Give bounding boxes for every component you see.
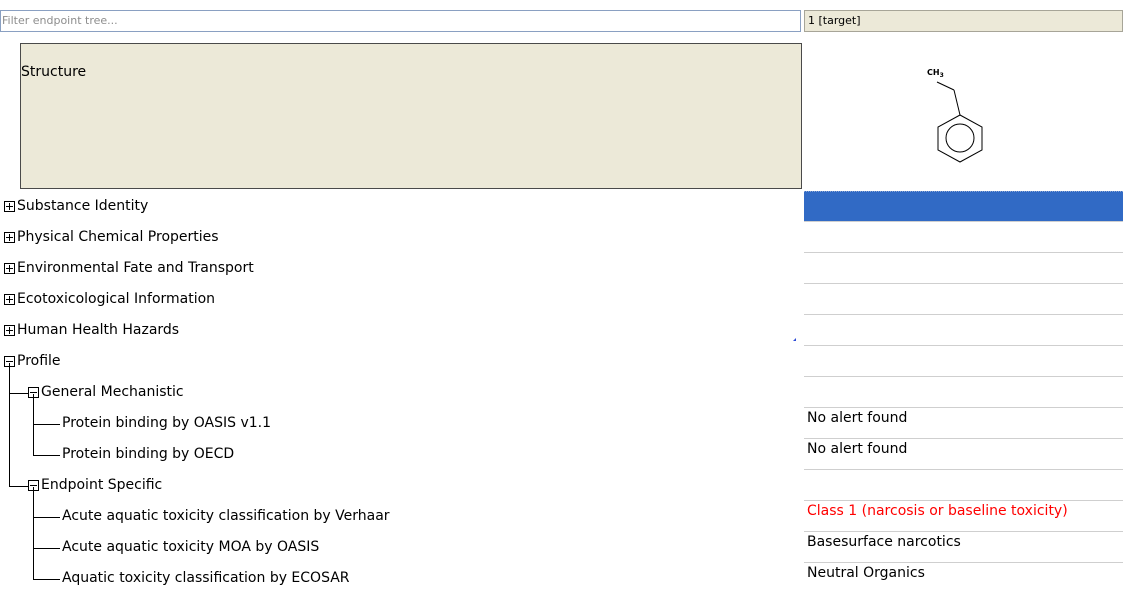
grid-line bbox=[804, 314, 1123, 315]
tree-connector bbox=[9, 363, 10, 393]
expand-plus-icon[interactable] bbox=[4, 325, 15, 336]
tree-connector bbox=[33, 455, 60, 456]
resize-marker-icon bbox=[793, 338, 796, 341]
tree-node-substance-identity[interactable]: Substance Identity bbox=[0, 192, 800, 223]
expand-plus-icon[interactable] bbox=[4, 201, 15, 212]
tree-connector bbox=[9, 393, 28, 394]
tree-node-verhaar[interactable]: Acute aquatic toxicity classification by… bbox=[0, 502, 800, 533]
tree-connector bbox=[33, 579, 60, 580]
selected-value-cell[interactable] bbox=[804, 191, 1123, 222]
tree-connector bbox=[9, 393, 10, 486]
tree-node-label: Human Health Hazards bbox=[17, 322, 180, 338]
tree-node-label: Substance Identity bbox=[17, 198, 149, 214]
grid-line bbox=[804, 376, 1123, 377]
tree-node-protein-binding-oasis[interactable]: Protein binding by OASIS v1.1 bbox=[0, 409, 800, 440]
tree-node-label: Physical Chemical Properties bbox=[17, 229, 219, 245]
tree-node-label: General Mechanistic bbox=[41, 384, 184, 400]
tree-node-label: Ecotoxicological Information bbox=[17, 291, 216, 307]
grid-line bbox=[804, 407, 1123, 408]
tree-connector bbox=[33, 394, 34, 456]
value-cell-protein-oasis[interactable]: No alert found bbox=[807, 410, 907, 426]
molecule-structure-image: CH3 bbox=[927, 68, 983, 163]
tree-node-label: Profile bbox=[17, 353, 61, 369]
grid-line bbox=[804, 345, 1123, 346]
methyl-group-label: CH3 bbox=[927, 68, 944, 79]
structure-image-cell[interactable]: CH3 bbox=[804, 32, 1123, 190]
filter-endpoint-tree-input[interactable]: Filter endpoint tree... bbox=[0, 10, 801, 32]
tree-node-environmental-fate[interactable]: Environmental Fate and Transport bbox=[0, 254, 800, 285]
tree-connector bbox=[33, 424, 60, 425]
tree-connector bbox=[9, 486, 28, 487]
grid-line bbox=[804, 500, 1123, 501]
tree-node-label: Acute aquatic toxicity classification by… bbox=[62, 508, 390, 524]
structure-header-cell bbox=[20, 43, 802, 189]
value-cell-protein-oecd[interactable]: No alert found bbox=[807, 441, 907, 457]
tree-node-label: Protein binding by OASIS v1.1 bbox=[62, 415, 272, 431]
value-cell-verhaar[interactable]: Class 1 (narcosis or baseline toxicity) bbox=[807, 503, 1068, 519]
tree-connector bbox=[33, 487, 34, 580]
tree-connector bbox=[33, 548, 60, 549]
grid-line bbox=[804, 283, 1123, 284]
tree-node-label: Acute aquatic toxicity MOA by OASIS bbox=[62, 539, 320, 555]
expand-plus-icon[interactable] bbox=[4, 232, 15, 243]
tree-node-general-mechanistic[interactable]: General Mechanistic bbox=[0, 378, 800, 409]
tree-node-label: Protein binding by OECD bbox=[62, 446, 235, 462]
expand-plus-icon[interactable] bbox=[4, 294, 15, 305]
tree-node-profile[interactable]: Profile bbox=[0, 347, 800, 378]
tree-node-human-health-hazards[interactable]: Human Health Hazards bbox=[0, 316, 800, 347]
grid-line bbox=[804, 221, 1123, 222]
grid-line bbox=[804, 531, 1123, 532]
grid-line bbox=[804, 469, 1123, 470]
grid-line bbox=[804, 438, 1123, 439]
tree-node-ecosar[interactable]: Aquatic toxicity classification by ECOSA… bbox=[0, 564, 800, 595]
value-cell-ecosar[interactable]: Neutral Organics bbox=[807, 565, 925, 581]
tree-node-moa-oasis[interactable]: Acute aquatic toxicity MOA by OASIS bbox=[0, 533, 800, 564]
grid-line bbox=[804, 252, 1123, 253]
structure-label: Structure bbox=[21, 64, 87, 80]
tree-node-label: Endpoint Specific bbox=[41, 477, 163, 493]
grid-line bbox=[804, 562, 1123, 563]
tree-node-endpoint-specific[interactable]: Endpoint Specific bbox=[0, 471, 800, 502]
tree-node-ecotoxicological-information[interactable]: Ecotoxicological Information bbox=[0, 285, 800, 316]
tree-node-physical-chemical-properties[interactable]: Physical Chemical Properties bbox=[0, 223, 800, 254]
tree-connector bbox=[33, 517, 60, 518]
expand-plus-icon[interactable] bbox=[4, 263, 15, 274]
column-header-target[interactable]: 1 [target] bbox=[804, 10, 1123, 32]
tree-node-protein-binding-oecd[interactable]: Protein binding by OECD bbox=[0, 440, 800, 471]
value-cell-moa-oasis[interactable]: Basesurface narcotics bbox=[807, 534, 961, 550]
tree-node-label: Environmental Fate and Transport bbox=[17, 260, 254, 276]
